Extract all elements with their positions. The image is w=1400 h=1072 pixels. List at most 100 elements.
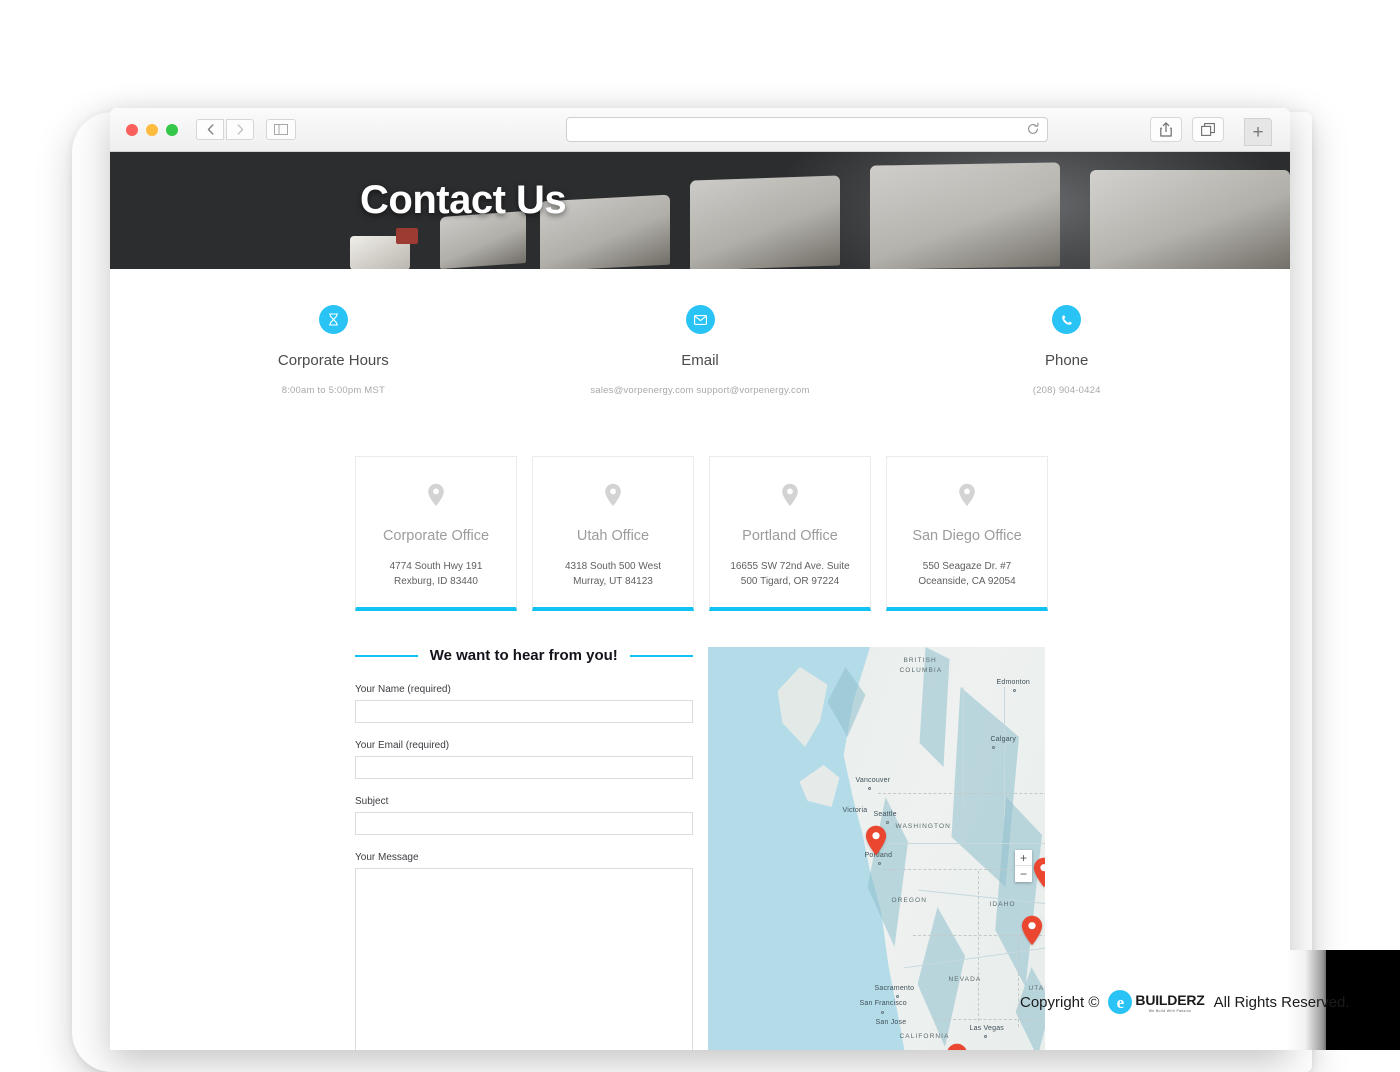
office-address: 550 Seagaze Dr. #7 Oceanside, CA 92054 — [897, 560, 1037, 589]
map-pin-glyph — [605, 483, 621, 506]
subject-input[interactable] — [355, 812, 693, 835]
reload-icon[interactable] — [1026, 122, 1040, 136]
office-address: 4318 South 500 West Murray, UT 84123 — [543, 560, 683, 589]
office-address-line1: 4774 South Hwy 191 — [389, 561, 483, 572]
name-field-label: Your Name (required) — [355, 684, 451, 695]
map-region-label: OREGON — [891, 897, 927, 904]
office-address-line2: 500 Tigard, OR 97224 — [740, 575, 840, 587]
map-city-dot — [877, 862, 881, 865]
heading-rule-left — [355, 654, 418, 657]
name-input[interactable] — [355, 700, 693, 723]
map-pin-glyph — [782, 483, 798, 506]
map-region-label: IDAHO — [989, 901, 1016, 908]
office-card-san-diego[interactable]: San Diego Office 550 Seagaze Dr. #7 Ocea… — [886, 456, 1048, 611]
map-city-label: San Jose — [875, 1019, 907, 1026]
office-card-corporate[interactable]: Corporate Office 4774 South Hwy 191 Rexb… — [355, 456, 517, 611]
browser-window: + Contact Us Corporate Hours 8:00am to 5… — [110, 108, 1290, 1050]
map-city-dot — [880, 1011, 884, 1014]
map-zoom-in-button[interactable]: + — [1015, 850, 1032, 866]
locations-map[interactable]: BRITISH COLUMBIA WASHINGTON OREGON IDAHO… — [707, 647, 1046, 1050]
copyright-suffix: All Rights Reserved. — [1213, 993, 1350, 1011]
map-region-label: CALIFORNIA — [899, 1033, 950, 1040]
map-marker-san-diego[interactable] — [946, 1043, 968, 1050]
address-bar-container — [566, 117, 1048, 142]
browser-right-toolbar — [1150, 117, 1224, 142]
map-city-label: Sacramento — [874, 985, 915, 992]
address-bar-input[interactable] — [566, 117, 1048, 142]
map-city-dot — [991, 746, 995, 749]
email-input[interactable] — [355, 756, 693, 779]
hero-mailbox-decor — [690, 175, 840, 269]
form-heading-text: We want to hear from you! — [429, 647, 618, 664]
hero-mailbox-decor — [1090, 170, 1290, 269]
browser-nav-group — [196, 119, 254, 140]
map-marker-utah[interactable] — [1021, 915, 1043, 946]
message-field-label: Your Message — [355, 852, 419, 863]
contact-info-email: Email sales@vorpenergy.com support@vorpe… — [517, 305, 884, 396]
contact-form: We want to hear from you! Your Name (req… — [355, 647, 693, 1050]
map-city-dot — [895, 995, 899, 998]
sidebar-toggle-button[interactable] — [266, 119, 296, 140]
heading-rule-right — [629, 654, 693, 657]
office-name: Corporate Office — [382, 528, 490, 544]
map-city-label: Las Vegas — [969, 1025, 1004, 1032]
office-cards-row: Corporate Office 4774 South Hwy 191 Rexb… — [110, 396, 1290, 611]
tabs-overview-button[interactable] — [1192, 117, 1224, 142]
map-pin-glyph — [959, 483, 975, 506]
window-traffic-lights — [126, 123, 178, 136]
hourglass-glyph — [328, 313, 338, 326]
map-city-label: Seattle — [873, 811, 897, 818]
email-field-label: Your Email (required) — [355, 740, 450, 751]
ebuilderz-logo[interactable]: e BUILDERZ We Build With Passion — [1108, 990, 1205, 1014]
close-window-button[interactable] — [126, 123, 138, 136]
contact-value: 8:00am to 5:00pm MST — [281, 385, 385, 396]
map-pin-icon — [543, 483, 683, 512]
browser-titlebar: + — [110, 108, 1290, 152]
map-region-label: BRITISH — [903, 657, 937, 664]
office-address-line2: Murray, UT 84123 — [573, 575, 653, 587]
office-card-portland[interactable]: Portland Office 16655 SW 72nd Ave. Suite… — [709, 456, 871, 611]
subject-field-label: Subject — [355, 796, 389, 807]
map-road — [1003, 687, 1005, 817]
logo-wordmark: BUILDERZ — [1135, 991, 1205, 1008]
map-border-line — [977, 871, 979, 1021]
office-address-line1: 4318 South 500 West — [565, 561, 661, 572]
map-zoom-out-button[interactable]: − — [1015, 866, 1032, 882]
map-city-label: Calgary — [990, 736, 1017, 743]
map-marker-idaho[interactable] — [1033, 857, 1046, 888]
hero-mailbox-decor — [870, 162, 1060, 269]
map-pin-icon — [366, 483, 506, 512]
office-card-utah[interactable]: Utah Office 4318 South 500 West Murray, … — [532, 456, 694, 611]
new-tab-button[interactable]: + — [1244, 118, 1272, 146]
phone-glyph — [1061, 314, 1072, 325]
map-border-line — [932, 1019, 1045, 1020]
message-textarea[interactable] — [355, 868, 693, 1050]
form-heading: We want to hear from you! — [355, 647, 693, 664]
sidebar-icon — [274, 124, 288, 135]
map-region-label: COLUMBIA — [899, 667, 943, 674]
office-address: 16655 SW 72nd Ave. Suite 500 Tigard, OR … — [720, 560, 860, 589]
map-city-dot — [983, 1035, 987, 1038]
back-button[interactable] — [196, 119, 224, 140]
office-name: Utah Office — [576, 528, 650, 544]
contact-info-phone: Phone (208) 904-0424 — [883, 305, 1250, 396]
forward-button[interactable] — [226, 119, 254, 140]
share-button[interactable] — [1150, 117, 1182, 142]
minimize-window-button[interactable] — [146, 123, 158, 136]
office-address-line2: Rexburg, ID 83440 — [394, 575, 478, 587]
envelope-glyph — [693, 314, 707, 325]
chevron-right-icon — [237, 124, 243, 135]
envelope-icon — [685, 305, 715, 334]
logo-e-mark-icon: e — [1108, 990, 1133, 1014]
map-region-label: WASHINGTON — [895, 823, 951, 830]
contact-info-strip: Corporate Hours 8:00am to 5:00pm MST Ema… — [110, 269, 1290, 396]
map-zoom-controls: + − — [1015, 850, 1032, 882]
office-address-line1: 550 Seagaze Dr. #7 — [922, 561, 1012, 572]
map-city-label: Edmonton — [996, 679, 1031, 686]
hero-banner: Contact Us — [110, 152, 1290, 269]
contact-label: Corporate Hours — [277, 352, 389, 369]
share-icon — [1160, 122, 1172, 137]
contact-info-hours: Corporate Hours 8:00am to 5:00pm MST — [150, 305, 517, 396]
map-marker-portland[interactable] — [865, 825, 887, 856]
zoom-window-button[interactable] — [166, 123, 178, 136]
